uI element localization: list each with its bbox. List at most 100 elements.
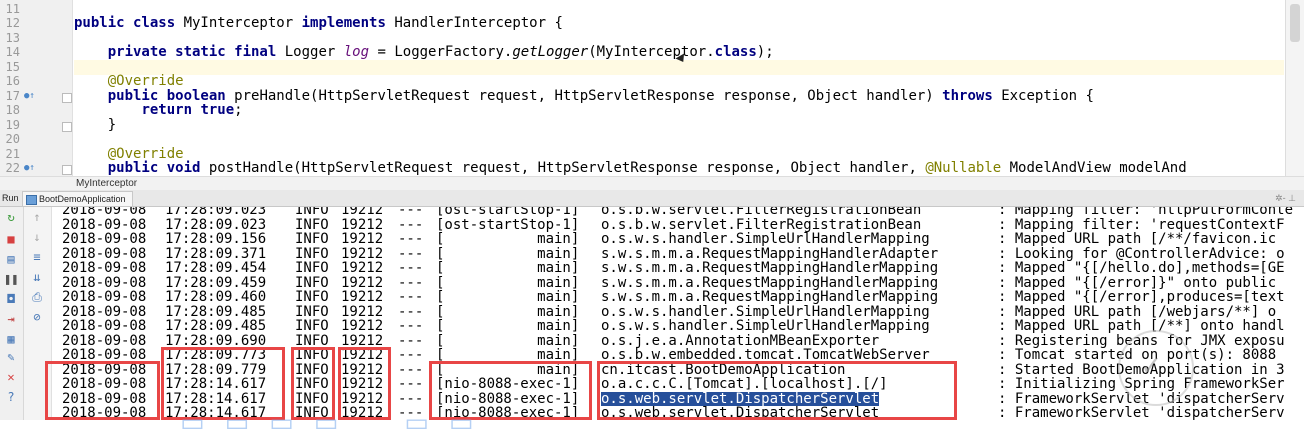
- console-msg: : Mapped URL path [/**/favicon.ic: [998, 231, 1277, 247]
- gear-icon[interactable]: ✲- ⊥: [1275, 190, 1296, 206]
- console-date: 2018-09-08: [62, 289, 147, 305]
- restore-layout-icon[interactable]: ▤: [4, 253, 18, 265]
- console-pid: 19212: [341, 361, 384, 378]
- pin-icon[interactable]: ✎: [4, 351, 18, 363]
- console-date: 2018-09-08: [62, 274, 147, 291]
- line-number: 12: [5, 16, 20, 30]
- console-line: 2018-09-08 17:28:09.485 INFO 19212 --- [ main…: [52, 303, 1304, 320]
- run-tab[interactable]: BootDemoApplication: [22, 191, 133, 206]
- code-editor[interactable]: 11 12 13 14 15 16 17 18 19 20 21 22 ●↑ ●…: [0, 0, 1304, 176]
- fold-marker-icon[interactable]: [62, 122, 72, 132]
- run-toolwindow-header: Run BootDemoApplication ✲- ⊥: [0, 190, 1304, 207]
- console-dash: ---: [398, 216, 424, 233]
- scrollbar-thumb[interactable]: [1290, 4, 1300, 42]
- console-thread: [ main]: [436, 289, 580, 305]
- code-line: public boolean preHandle(HttpServletRequ…: [107, 88, 1094, 104]
- console-time: 17:28:14.617: [165, 376, 267, 392]
- console-date: 2018-09-08: [62, 376, 147, 392]
- console-thread: [ main]: [436, 260, 580, 276]
- console-pid: 19212: [341, 318, 384, 334]
- console-time: 17:28:09.485: [165, 303, 267, 320]
- console-msg: : Mapped "{[/error]}" onto public: [998, 274, 1277, 291]
- console-dash: ---: [398, 332, 424, 349]
- console-dash: ---: [398, 318, 424, 334]
- override-gutter-icon[interactable]: ●↑: [24, 91, 35, 101]
- breadcrumb[interactable]: MyInterceptor: [0, 176, 1304, 190]
- override-gutter-icon[interactable]: ●↑: [24, 163, 35, 173]
- console-date: 2018-09-08: [62, 390, 147, 407]
- console-level: INFO: [295, 289, 329, 305]
- console-time: 17:28:09.459: [165, 274, 267, 291]
- close-icon[interactable]: ✕: [4, 371, 18, 383]
- clear-icon[interactable]: ⊘: [30, 311, 44, 323]
- console-date: 2018-09-08: [62, 260, 147, 276]
- fold-marker-icon[interactable]: [62, 93, 72, 103]
- exit-icon[interactable]: ⇥: [4, 313, 18, 325]
- console-line: 2018-09-08 17:28:09.485 INFO 19212 --- [ main…: [52, 319, 1304, 334]
- console-dash: ---: [398, 274, 424, 291]
- console-line: 2018-09-08 17:28:09.459 INFO 19212 --- [ main…: [52, 274, 1304, 291]
- console-dash: ---: [398, 245, 424, 262]
- run-label: Run: [2, 193, 19, 203]
- console-line: 2018-09-08 17:28:09.023 INFO 19212 --- [ost-s…: [52, 207, 1304, 218]
- console-level: INFO: [295, 318, 329, 334]
- console-time: 17:28:09.454: [165, 260, 267, 276]
- console-pid: 19212: [341, 347, 384, 363]
- console-time: 17:28:09.773: [165, 347, 267, 363]
- console-thread: [ main]: [436, 361, 580, 378]
- line-number: 15: [5, 60, 20, 74]
- pause-icon[interactable]: ❚❚: [4, 273, 18, 285]
- console-line: 2018-09-08 17:28:09.773 INFO 19212 --- [ main…: [52, 348, 1304, 363]
- settings-icon[interactable]: ▦: [4, 333, 18, 345]
- line-number: 19: [5, 118, 20, 132]
- console-date: 2018-09-08: [62, 332, 147, 349]
- console-date: 2018-09-08: [62, 347, 147, 363]
- console-msg: : Mapping filter: 'requestContextF: [998, 216, 1285, 233]
- up-arrow-icon[interactable]: ↑: [30, 211, 44, 223]
- help-icon[interactable]: ?: [4, 391, 18, 403]
- console-pid: 19212: [341, 376, 384, 392]
- console-logger: s.w.s.m.m.a.RequestMappingHandlerAdapter: [601, 245, 939, 262]
- code-line: public class MyInterceptor implements Ha…: [74, 15, 563, 31]
- console-thread: [ main]: [436, 274, 580, 291]
- console-msg: : Mapping filter: 'httpPutFormConte: [998, 207, 1294, 218]
- console-pid: 19212: [341, 260, 384, 276]
- console-msg: : Mapped "{[/hello.do],methods=[GE: [998, 260, 1285, 276]
- app-icon: [26, 195, 37, 205]
- console-thread: [ main]: [436, 332, 580, 349]
- console-output[interactable]: 2018-09-08 17:28:09.023 INFO 19212 --- [ost-s…: [52, 207, 1304, 420]
- fold-marker-icon[interactable]: [62, 165, 72, 175]
- rerun-icon[interactable]: ↻: [4, 211, 18, 223]
- console-time: 17:28:09.023: [165, 207, 267, 218]
- console-level: INFO: [295, 361, 329, 378]
- console-level: INFO: [295, 347, 329, 363]
- down-arrow-icon[interactable]: ↓: [30, 231, 44, 243]
- breadcrumb-item[interactable]: MyInterceptor: [76, 177, 137, 190]
- console-logger: s.w.s.m.m.a.RequestMappingHandlerMapping: [601, 274, 939, 291]
- console-logger: o.s.web.servlet.DispatcherServlet: [601, 405, 880, 420]
- console-dash: ---: [398, 303, 424, 320]
- console-pid: 19212: [341, 274, 384, 291]
- print-icon[interactable]: ⎙: [30, 291, 44, 303]
- console-logger: o.s.j.e.a.AnnotationMBeanExporter: [601, 332, 880, 349]
- console-time: 17:28:09.023: [165, 216, 267, 233]
- line-number: 17: [5, 89, 20, 103]
- console-date: 2018-09-08: [62, 216, 147, 233]
- console-level: INFO: [295, 376, 329, 392]
- console-logger: o.s.w.s.handler.SimpleUrlHandlerMapping: [601, 231, 930, 247]
- console-thread: [nio-8088-exec-1]: [436, 376, 580, 392]
- console-thread: [ main]: [436, 318, 580, 334]
- console-date: 2018-09-08: [62, 207, 147, 218]
- soft-wrap-icon[interactable]: ≡: [30, 251, 44, 263]
- console-level: INFO: [295, 216, 329, 233]
- console-time: 17:28:09.156: [165, 231, 267, 247]
- stop-icon[interactable]: ■: [4, 233, 18, 245]
- camera-icon[interactable]: ◘: [4, 293, 18, 305]
- console-date: 2018-09-08: [62, 245, 147, 262]
- console-level: INFO: [295, 231, 329, 247]
- console-pid: 19212: [341, 245, 384, 262]
- console-msg: : Mapped URL path [/webjars/**] o: [998, 303, 1277, 320]
- scroll-to-end-icon[interactable]: ⇊: [30, 271, 44, 283]
- console-pid: 19212: [341, 216, 384, 233]
- code-line: }: [74, 117, 117, 133]
